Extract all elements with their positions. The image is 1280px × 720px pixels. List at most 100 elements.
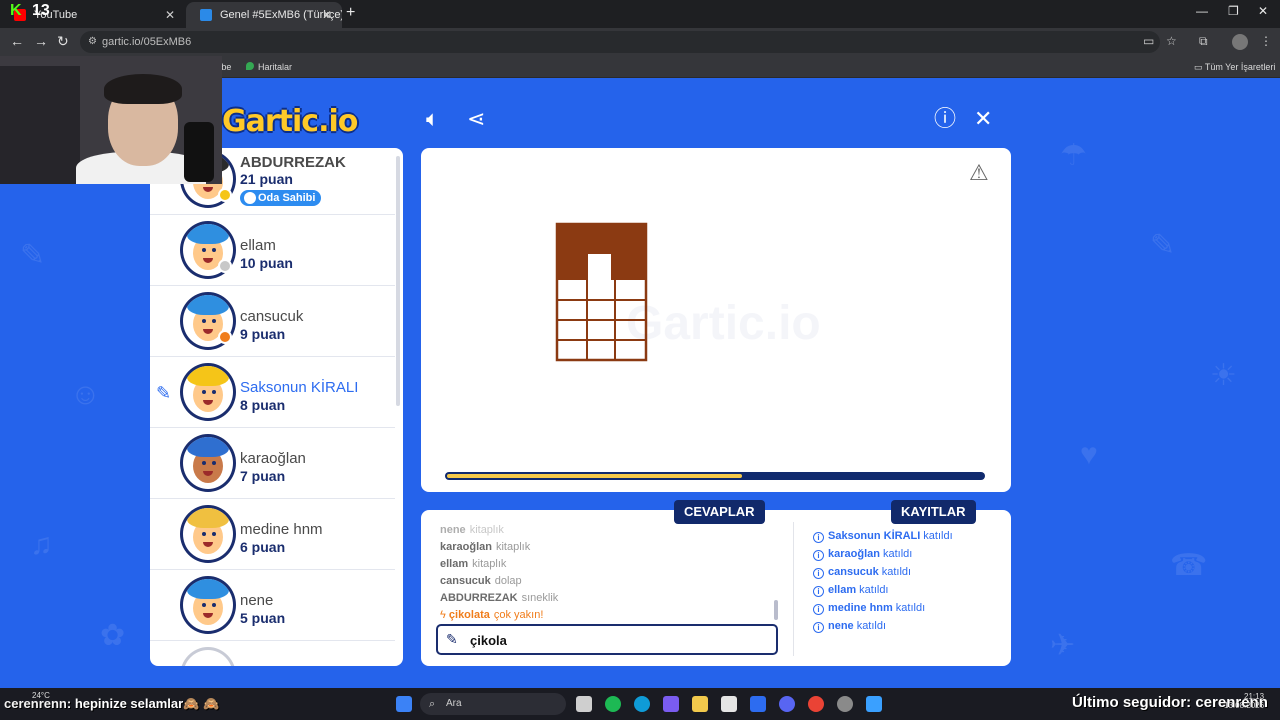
bookmark-star-icon[interactable]: ☆ (1166, 34, 1177, 48)
kick-viewer-count: 13 (32, 2, 50, 19)
drawing-canvas[interactable]: ⚠ Gartic.io (421, 148, 1011, 492)
player-row[interactable]: ellam 10 puan (150, 215, 395, 286)
answer-item: ellam kitaplık (440, 556, 780, 573)
pencil-icon: ✎ (446, 631, 458, 647)
info-icon: i (813, 550, 824, 561)
log-item: i ellam katıldı (813, 581, 1003, 599)
answers-panel: CEVAPLAR KAYITLAR nene kitaplık karaoğlan… (421, 500, 1011, 666)
windows-start-icon[interactable] (396, 696, 412, 712)
player-score: 5 puan (240, 610, 286, 626)
avatar (180, 434, 236, 492)
answer-item: ABDURREZAK sıneklik (440, 590, 780, 607)
maximize-icon[interactable]: ❐ (1228, 4, 1239, 18)
discord-icon[interactable] (779, 696, 795, 712)
webcam-person-hair (104, 74, 182, 104)
task-view-icon[interactable] (576, 696, 592, 712)
cast-icon[interactable]: ▭ (1143, 34, 1154, 48)
player-score: 8 puan (240, 397, 286, 413)
avatar (180, 647, 236, 666)
player-row[interactable]: cansucuk 9 puan (150, 286, 395, 357)
pencil-icon: ✎ (156, 383, 172, 403)
url-text: gartic.io/05ExMB6 (102, 36, 192, 48)
status-dot (218, 188, 232, 202)
answer-text: çok yakın! (493, 609, 544, 621)
back-icon[interactable]: ← (10, 33, 24, 49)
answers-label: CEVAPLAR (674, 500, 765, 524)
player-row[interactable]: karaoğlan 7 puan (150, 428, 395, 499)
webcam-shelf (0, 66, 80, 184)
gartic-logo[interactable]: Gartic.io (222, 104, 358, 139)
info-icon: i (813, 604, 824, 615)
app-icon[interactable] (866, 696, 882, 712)
all-bookmarks[interactable]: ▭ Tüm Yer İşaretleri (1194, 60, 1275, 74)
tab-gartic[interactable]: Genel #5ExMB6 (Türkçe) - Gartic ✕ (186, 2, 342, 28)
info-icon: i (813, 622, 824, 633)
answers-scrollbar[interactable] (774, 600, 778, 620)
search-icon: ⌕ (429, 698, 436, 710)
answer-input[interactable]: ✎ çikola (436, 624, 778, 655)
avatar-hair (187, 437, 229, 457)
close-tab-icon[interactable]: ✕ (322, 2, 332, 28)
player-name: ABDURREZAK (240, 154, 346, 171)
browser-tab-bar: YouTube ✕ Genel #5ExMB6 (Türkçe) - Garti… (0, 0, 1280, 28)
logs-label: KAYITLAR (891, 500, 976, 524)
answers-list[interactable]: nene kitaplık karaoğlan kitaplık ellam kita… (440, 522, 780, 632)
url-field[interactable]: ⚙ gartic.io/05ExMB6 (80, 31, 1160, 53)
all-bookmarks-label: Tüm Yer İşaretleri (1204, 62, 1276, 72)
player-row-drawing[interactable]: ✎ Saksonun KİRALI 8 puan (150, 357, 395, 428)
player-row-partial[interactable] (150, 641, 395, 666)
close-tab-icon[interactable]: ✕ (165, 2, 175, 28)
info-icon[interactable]: ⓘ (934, 106, 956, 132)
forward-icon[interactable]: → (34, 33, 48, 49)
kick-logo-icon: K (10, 2, 22, 19)
answer-text: kitaplık (469, 524, 504, 536)
avatar (180, 505, 236, 563)
chocolate-bar-drawing (555, 222, 648, 362)
extensions-icon[interactable]: ⧉ (1199, 34, 1208, 49)
chrome-icon[interactable] (808, 696, 824, 712)
mail-icon[interactable] (750, 696, 766, 712)
player-name: karaoğlan (240, 450, 306, 467)
log-item: i medine hnm katıldı (813, 599, 1003, 617)
close-window-icon[interactable]: ✕ (1258, 4, 1268, 18)
doodle-icon: ☺ (70, 378, 101, 411)
bookmark-label: Haritalar (258, 62, 293, 72)
share-icon[interactable]: ⋖ (467, 106, 485, 132)
bookmark-maps[interactable]: Haritalar (246, 60, 292, 74)
answer-text: sıneklik (521, 592, 559, 604)
status-dot (218, 330, 232, 344)
tab-youtube[interactable]: YouTube ✕ (0, 2, 185, 28)
file-explorer-icon[interactable] (692, 696, 708, 712)
profile-avatar[interactable] (1232, 34, 1248, 50)
avatar (180, 363, 236, 421)
log-item: i Saksonun KİRALI katıldı (813, 527, 1003, 545)
avatar-eye (212, 603, 216, 607)
minimize-icon[interactable]: — (1196, 4, 1208, 18)
obs-icon[interactable] (837, 696, 853, 712)
answer-item-close: ϟ çikolata çok yakın! (440, 607, 780, 624)
players-panel: ABDURREZAK 21 puan Oda Sahibi ellam 10 p… (150, 148, 403, 666)
store-icon[interactable] (721, 696, 737, 712)
avatar-eye (202, 603, 206, 607)
doodle-icon: ♫ (30, 528, 53, 561)
panel-divider (793, 522, 794, 656)
taskbar-search[interactable]: ⌕ Ara (420, 693, 566, 715)
copilot-icon[interactable] (663, 696, 679, 712)
players-scrollbar[interactable] (396, 156, 400, 406)
avatar-hair (187, 295, 229, 315)
player-row[interactable]: medine hnm 6 puan (150, 499, 395, 570)
player-name: nene (240, 592, 274, 609)
exit-icon[interactable]: ✕ (974, 106, 992, 132)
player-row[interactable]: nene 5 puan (150, 570, 395, 641)
reload-icon[interactable]: ↻ (57, 33, 69, 49)
player-name: ellam (240, 237, 276, 254)
player-score: 6 puan (240, 539, 286, 555)
avatar-hair (187, 366, 229, 386)
edge-icon[interactable] (634, 696, 650, 712)
menu-icon[interactable]: ⋮ (1260, 34, 1272, 48)
answer-user: ABDURREZAK (440, 592, 518, 604)
spotify-icon[interactable] (605, 696, 621, 712)
site-info-icon[interactable]: ⚙ (88, 31, 97, 53)
sound-icon[interactable]: 🔈︎ (426, 106, 439, 132)
new-tab-icon[interactable]: + (346, 4, 355, 22)
